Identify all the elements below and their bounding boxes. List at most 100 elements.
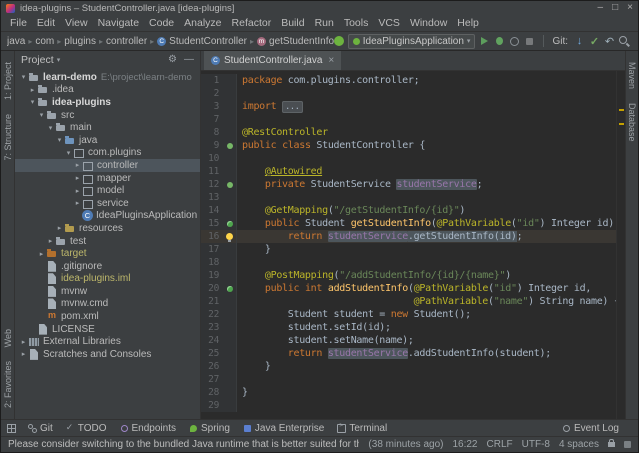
error-stripe-mark[interactable]: [619, 123, 624, 125]
menu-item-vcs[interactable]: VCS: [373, 17, 405, 29]
breadcrumb-item-controller[interactable]: controller: [106, 36, 147, 47]
tree-item-src[interactable]: ▾ src: [15, 109, 200, 122]
tool-tab-database[interactable]: Database: [627, 103, 637, 142]
tree-item-target[interactable]: ▸ target: [15, 247, 200, 260]
code-line[interactable]: 22 Student student = new Student();: [201, 308, 616, 321]
bean-icon[interactable]: [223, 139, 237, 152]
tree-item-license[interactable]: LICENSE: [15, 323, 200, 336]
line-number[interactable]: 29: [201, 399, 223, 412]
line-number[interactable]: 23: [201, 321, 223, 334]
collapsed-arrow-icon[interactable]: ▸: [28, 86, 37, 94]
code-line[interactable]: 14 @GetMapping("/getStudentInfo/{id}"): [201, 204, 616, 217]
collapsed-arrow-icon[interactable]: ▸: [73, 161, 82, 169]
breadcrumb-item-getstudentinfo[interactable]: m getStudentInfo: [257, 36, 334, 47]
settings-gear-icon[interactable]: ⚙: [168, 55, 177, 65]
update-project-icon[interactable]: [573, 35, 586, 48]
tree-item-external-libraries[interactable]: ▸ External Libraries: [15, 335, 200, 348]
expanded-arrow-icon[interactable]: ▾: [28, 98, 37, 106]
code-line[interactable]: 13: [201, 191, 616, 204]
collapsed-arrow-icon[interactable]: ▸: [73, 174, 82, 182]
close-tab-icon[interactable]: ×: [328, 55, 334, 66]
tool-tab-maven[interactable]: Maven: [627, 62, 637, 89]
code-line[interactable]: 26 }: [201, 360, 616, 373]
tree-item-learn-demo[interactable]: ▾ learn-demo E:\project\learn-demo: [15, 71, 200, 84]
line-number[interactable]: 1: [201, 74, 223, 87]
line-number[interactable]: 14: [201, 204, 223, 217]
menu-item-navigate[interactable]: Navigate: [93, 17, 144, 29]
code-line[interactable]: 17 }: [201, 243, 616, 256]
commit-icon[interactable]: [588, 35, 601, 48]
lock-icon[interactable]: [608, 439, 615, 447]
collapsed-arrow-icon[interactable]: ▸: [73, 187, 82, 195]
error-stripe[interactable]: [616, 71, 625, 419]
menu-item-run[interactable]: Run: [310, 17, 339, 29]
tree-item-com-plugins[interactable]: ▾ com.plugins: [15, 147, 200, 160]
collapsed-arrow-icon[interactable]: ▸: [37, 250, 46, 258]
code-line[interactable]: 28}: [201, 386, 616, 399]
line-number[interactable]: 2: [201, 87, 223, 100]
expanded-arrow-icon[interactable]: ▾: [37, 111, 46, 119]
menu-item-build[interactable]: Build: [276, 17, 309, 29]
line-number[interactable]: 16: [201, 230, 223, 243]
tool-tab-7-structure[interactable]: 7: Structure: [3, 114, 13, 161]
code-line[interactable]: 15 public Student getStudentInfo(@PathVa…: [201, 217, 616, 230]
code-line[interactable]: 16 return studentService.getStudentInfo(…: [201, 230, 616, 243]
collapsed-arrow-icon[interactable]: ▸: [55, 224, 64, 232]
tool-button-git[interactable]: Git: [28, 423, 53, 434]
bulb-icon[interactable]: [223, 230, 237, 243]
tree-item-service[interactable]: ▸ service: [15, 197, 200, 210]
code-line[interactable]: 12 private StudentService studentService…: [201, 178, 616, 191]
tree-item-scratches-and-consoles[interactable]: ▸ Scratches and Consoles: [15, 348, 200, 361]
code-line[interactable]: 8 @RestController: [201, 126, 616, 139]
line-number[interactable]: 12: [201, 178, 223, 191]
expanded-arrow-icon[interactable]: ▾: [64, 149, 73, 157]
line-number[interactable]: 3: [201, 100, 223, 113]
code-line[interactable]: 3 import ...: [201, 100, 616, 113]
tree-item-idea-plugins-iml[interactable]: idea-plugins.iml: [15, 273, 200, 286]
run-config-selector[interactable]: IdeaPluginsApplication ▾: [347, 33, 476, 49]
line-number[interactable]: 28: [201, 386, 223, 399]
menu-item-window[interactable]: Window: [405, 17, 452, 29]
stop-icon[interactable]: [523, 35, 536, 48]
minimize-button[interactable]: –: [598, 2, 604, 14]
code-line[interactable]: 9 public class StudentController {: [201, 139, 616, 152]
tree-item-mvnw-cmd[interactable]: mvnw.cmd: [15, 298, 200, 311]
code-line[interactable]: 1 package com.plugins.controller;: [201, 74, 616, 87]
menu-item-help[interactable]: Help: [452, 17, 484, 29]
tree-item-main[interactable]: ▾ main: [15, 121, 200, 134]
code-line[interactable]: 20 public int addStudentInfo(@PathVariab…: [201, 282, 616, 295]
collapsed-arrow-icon[interactable]: ▸: [73, 199, 82, 207]
breadcrumb-item-com[interactable]: com: [35, 36, 54, 47]
line-number[interactable]: 20: [201, 282, 223, 295]
code-line[interactable]: 24 student.setName(name);: [201, 334, 616, 347]
tree-item-model[interactable]: ▸ model: [15, 184, 200, 197]
tree-item-controller[interactable]: ▸ controller: [15, 159, 200, 172]
tree-item-test[interactable]: ▸ test: [15, 235, 200, 248]
status-item-16-22[interactable]: 16:22: [452, 439, 477, 450]
line-number[interactable]: 19: [201, 269, 223, 282]
line-number[interactable]: 18: [201, 256, 223, 269]
tool-tab-1-project[interactable]: 1: Project: [3, 62, 13, 100]
tool-button-todo[interactable]: TODO: [66, 422, 107, 434]
code-line[interactable]: 11 @Autowired: [201, 165, 616, 178]
line-number[interactable]: 7: [201, 113, 223, 126]
line-number[interactable]: 26: [201, 360, 223, 373]
line-number[interactable]: 9: [201, 139, 223, 152]
menu-item-refactor[interactable]: Refactor: [227, 17, 277, 29]
menu-item-file[interactable]: File: [5, 17, 32, 29]
line-number[interactable]: 8: [201, 126, 223, 139]
line-number[interactable]: 22: [201, 308, 223, 321]
collapsed-arrow-icon[interactable]: ▸: [46, 237, 55, 245]
code-line[interactable]: 25 return studentService.addStudentInfo(…: [201, 347, 616, 360]
status-item-utf-8[interactable]: UTF-8: [522, 439, 550, 450]
code-line[interactable]: 18: [201, 256, 616, 269]
maximize-button[interactable]: □: [612, 2, 618, 14]
tool-button-endpoints[interactable]: Endpoints: [120, 423, 176, 434]
menu-item-analyze[interactable]: Analyze: [179, 17, 226, 29]
status-item-38-minutes-ago[interactable]: (38 minutes ago): [368, 439, 443, 450]
hide-panel-icon[interactable]: —: [184, 55, 194, 65]
error-stripe-mark[interactable]: [619, 109, 624, 111]
line-number[interactable]: 13: [201, 191, 223, 204]
tree-item-idea-plugins[interactable]: ▾ idea-plugins: [15, 96, 200, 109]
tool-button-event-log[interactable]: Event Log: [562, 423, 619, 434]
